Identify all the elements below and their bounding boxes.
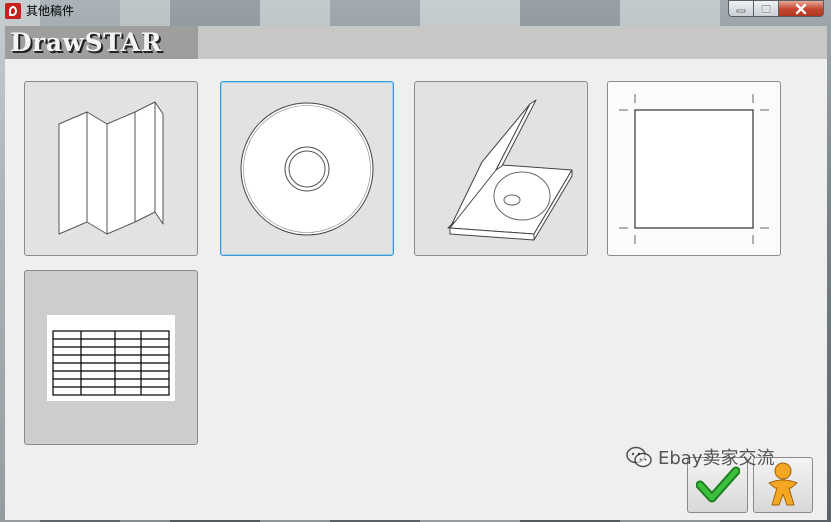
checkmark-icon xyxy=(695,466,740,503)
header-bar: DrawSTAR xyxy=(5,26,827,59)
template-table-grid[interactable] xyxy=(24,270,198,445)
logo-box: DrawSTAR xyxy=(5,26,198,59)
close-icon xyxy=(795,3,807,14)
cancel-button[interactable] xyxy=(753,457,813,513)
drawstar-logo: DrawSTAR xyxy=(10,28,163,57)
template-cd-case[interactable] xyxy=(414,81,588,256)
folded-brochure-icon xyxy=(58,101,164,234)
cd-jewel-case-icon xyxy=(447,99,573,240)
person-figure-icon xyxy=(768,462,798,506)
dialog-client-area: DrawSTAR xyxy=(5,26,827,520)
maximize-icon xyxy=(761,4,771,13)
template-crop-marks-page[interactable] xyxy=(607,81,781,256)
minimize-icon xyxy=(736,9,746,12)
cd-disc-icon xyxy=(240,102,374,235)
title-bar[interactable]: 其他稿件 xyxy=(0,0,831,22)
maximize-button[interactable] xyxy=(754,0,779,17)
template-cd-disc[interactable] xyxy=(220,81,394,256)
table-grid-icon xyxy=(47,314,175,401)
window-title: 其他稿件 xyxy=(26,4,75,18)
ok-button[interactable] xyxy=(687,457,748,513)
close-button[interactable] xyxy=(779,0,824,17)
template-folded-brochure[interactable] xyxy=(24,81,198,256)
minimize-button[interactable] xyxy=(728,0,754,17)
app-icon[interactable] xyxy=(5,3,21,19)
crop-marks-page-icon xyxy=(619,93,769,244)
